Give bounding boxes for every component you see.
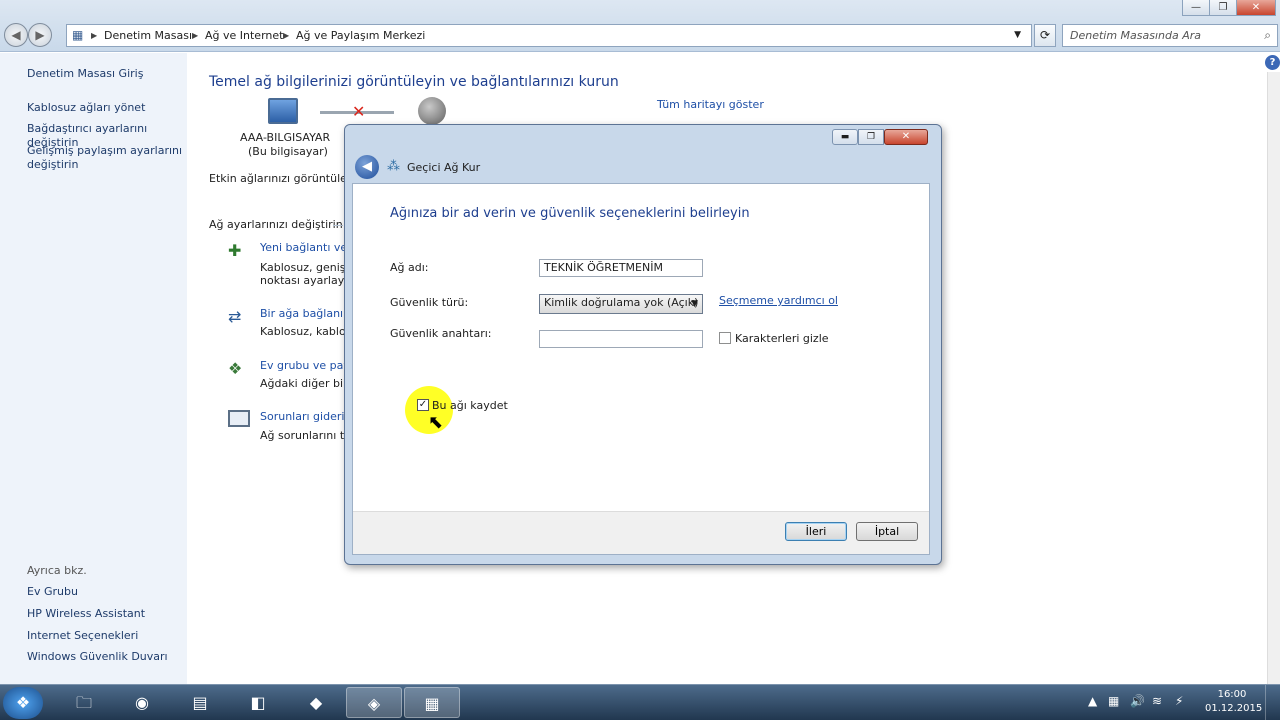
- volume-icon[interactable]: 🔊: [1130, 694, 1145, 708]
- app-icon[interactable]: ◈: [346, 687, 402, 718]
- task-desc: noktası ayarlayın: [260, 274, 355, 287]
- clock-date: 01.12.2015: [1205, 703, 1263, 714]
- chevron-down-icon[interactable]: ▼: [1014, 25, 1021, 46]
- active-networks-label: Etkin ağlarınızı görüntüleyin: [209, 172, 364, 185]
- control-panel-icon: ▦: [72, 28, 84, 42]
- page-title: Temel ağ bilgilerinizi görüntüleyin ve b…: [209, 74, 619, 90]
- dialog-title: Geçici Ağ Kur: [407, 161, 481, 174]
- window-titlebar: — ❐ ✕ ◀ ▶ ▦ ▶ Denetim Masası ▶ Ağ ve Int…: [0, 0, 1280, 52]
- next-button[interactable]: İleri: [785, 522, 847, 541]
- clock-time: 16:00: [1217, 689, 1247, 700]
- adhoc-network-dialog: ▬ ❐ ✕ ◀ ⁂ Geçici Ağ Kur Ağınıza bir ad v…: [344, 124, 942, 565]
- back-arrow-icon[interactable]: ◀: [4, 23, 28, 47]
- address-bar[interactable]: ▦ ▶ Denetim Masası ▶ Ağ ve Internet ▶ Ağ…: [66, 24, 1032, 47]
- network-wizard-icon: ⁂: [387, 159, 400, 174]
- taskbar: ❖ 🗀 ◉ ▤ ◧ ◆ ◈ ▦ ▲ ▦ 🔊 ≋ ⚡ 16:00 01.12.20…: [0, 684, 1280, 720]
- dialog-back-arrow-icon[interactable]: ◀: [355, 155, 379, 179]
- globe-icon: [418, 97, 446, 125]
- task-new-connection[interactable]: Yeni bağlantı vey: [260, 241, 354, 255]
- view-full-map-link[interactable]: Tüm haritayı göster: [657, 98, 764, 112]
- network-name-label: Ağ adı:: [390, 261, 429, 274]
- network-status-icon[interactable]: ▦: [1108, 694, 1119, 708]
- chevron-down-icon: ▼: [691, 299, 698, 309]
- new-connection-icon: ✚: [228, 241, 242, 260]
- hide-characters-label: Karakterleri gizle: [735, 332, 829, 345]
- search-input[interactable]: Denetim Masasında Ara ⌕: [1062, 24, 1278, 47]
- firefox-icon[interactable]: ◉: [114, 687, 170, 718]
- breadcrumb-separator-icon: ▶: [192, 31, 199, 40]
- help-icon[interactable]: ?: [1265, 55, 1280, 70]
- connect-network-icon: ⇄: [228, 307, 242, 326]
- computer-subtitle: (Bu bilgisayar): [248, 145, 328, 158]
- help-me-choose-link[interactable]: Seçmeme yardımcı ol: [719, 294, 838, 308]
- breadcrumb-item-control-panel[interactable]: Denetim Masası: [104, 25, 192, 46]
- power-icon[interactable]: ⚡: [1175, 694, 1183, 708]
- sidebar-item-firewall[interactable]: Windows Güvenlik Duvarı: [27, 650, 168, 664]
- save-network-label: Bu ağı kaydet: [432, 399, 508, 412]
- close-button[interactable]: ✕: [1236, 0, 1276, 16]
- sidebar: Denetim Masası Giriş Kablosuz ağları yön…: [0, 53, 187, 684]
- app-icon[interactable]: ◧: [230, 687, 286, 718]
- cancel-button[interactable]: İptal: [856, 522, 918, 541]
- security-key-input[interactable]: [539, 330, 703, 348]
- sidebar-item-home[interactable]: Denetim Masası Giriş: [27, 67, 143, 81]
- sidebar-item-homegroup[interactable]: Ev Grubu: [27, 585, 78, 599]
- search-icon[interactable]: ⌕: [1264, 25, 1271, 46]
- sidebar-item-advanced-sharing[interactable]: Gelişmiş paylaşım ayarlarını: [27, 144, 182, 158]
- homegroup-icon: ❖: [228, 359, 243, 378]
- dialog-minimize-button[interactable]: ▬: [832, 129, 858, 145]
- clock[interactable]: 16:00 01.12.2015: [1205, 689, 1263, 714]
- task-connect-network[interactable]: Bir ağa bağlanın: [260, 307, 350, 321]
- breadcrumb-separator-icon: ▶: [283, 31, 290, 40]
- dialog-heading: Ağınıza bir ad verin ve güvenlik seçenek…: [390, 206, 750, 221]
- search-placeholder: Denetim Masasında Ara: [1070, 29, 1202, 42]
- computer-icon: [268, 98, 298, 124]
- save-network-checkbox[interactable]: ✓: [417, 399, 429, 411]
- divider: [333, 225, 343, 226]
- dialog-maximize-button[interactable]: ❐: [858, 129, 884, 145]
- vertical-scrollbar[interactable]: [1267, 72, 1280, 684]
- explorer-icon[interactable]: 🗀: [56, 687, 112, 718]
- security-type-label: Güvenlik türü:: [390, 296, 469, 309]
- minimize-button[interactable]: —: [1182, 0, 1210, 16]
- dialog-content: Ağınıza bir ad verin ve güvenlik seçenek…: [352, 183, 930, 555]
- network-name-input[interactable]: TEKNİK ÖĞRETMENİM: [539, 259, 703, 277]
- refresh-icon[interactable]: ⟳: [1034, 24, 1056, 47]
- troubleshoot-icon: [228, 410, 250, 427]
- start-button[interactable]: ❖: [3, 687, 43, 719]
- sidebar-item-manage-wireless[interactable]: Kablosuz ağları yönet: [27, 101, 145, 115]
- task-desc: Kablosuz, geniş b: [260, 261, 356, 274]
- change-settings-label: Ağ ayarlarınızı değiştirin: [209, 218, 343, 231]
- sidebar-item-advanced-sharing-line2[interactable]: değiştirin: [27, 158, 78, 172]
- wireless-icon[interactable]: ≋: [1152, 694, 1162, 708]
- network-app-icon[interactable]: ▦: [404, 687, 460, 718]
- hide-characters-checkbox[interactable]: [719, 332, 731, 344]
- dialog-close-button[interactable]: ✕: [884, 129, 928, 145]
- dialog-footer: İleri İptal: [353, 511, 929, 554]
- task-desc: Ağdaki diğer bilgi: [260, 377, 357, 390]
- maximize-button[interactable]: ❐: [1209, 0, 1237, 16]
- sidebar-item-hp-wireless[interactable]: HP Wireless Assistant: [27, 607, 145, 621]
- mouse-pointer-icon: ⬉: [428, 412, 444, 433]
- app-icon[interactable]: ◆: [288, 687, 344, 718]
- x-error-icon: ✕: [352, 102, 366, 121]
- show-desktop-button[interactable]: [1265, 685, 1280, 720]
- security-type-select[interactable]: Kimlik doğrulama yok (Açık) ▼: [539, 294, 703, 314]
- show-hidden-icons-icon[interactable]: ▲: [1088, 694, 1097, 708]
- task-troubleshoot[interactable]: Sorunları giderin: [260, 410, 351, 424]
- computer-name: AAA-BILGISAYAR: [240, 131, 331, 144]
- breadcrumb-separator-icon: ▶: [91, 31, 98, 40]
- forward-arrow-icon[interactable]: ▶: [28, 23, 52, 47]
- sidebar-item-internet-options[interactable]: Internet Seçenekleri: [27, 629, 138, 643]
- computer-app-icon[interactable]: ▤: [172, 687, 228, 718]
- task-desc: Kablosuz, kablolu: [260, 325, 356, 338]
- security-key-label: Güvenlik anahtarı:: [390, 327, 492, 340]
- breadcrumb-item-network-internet[interactable]: Ağ ve Internet: [205, 25, 283, 46]
- see-also-heading: Ayrıca bkz.: [27, 564, 87, 577]
- security-type-value: Kimlik doğrulama yok (Açık): [544, 296, 699, 309]
- breadcrumb-item-network-sharing[interactable]: Ağ ve Paylaşım Merkezi: [296, 25, 425, 46]
